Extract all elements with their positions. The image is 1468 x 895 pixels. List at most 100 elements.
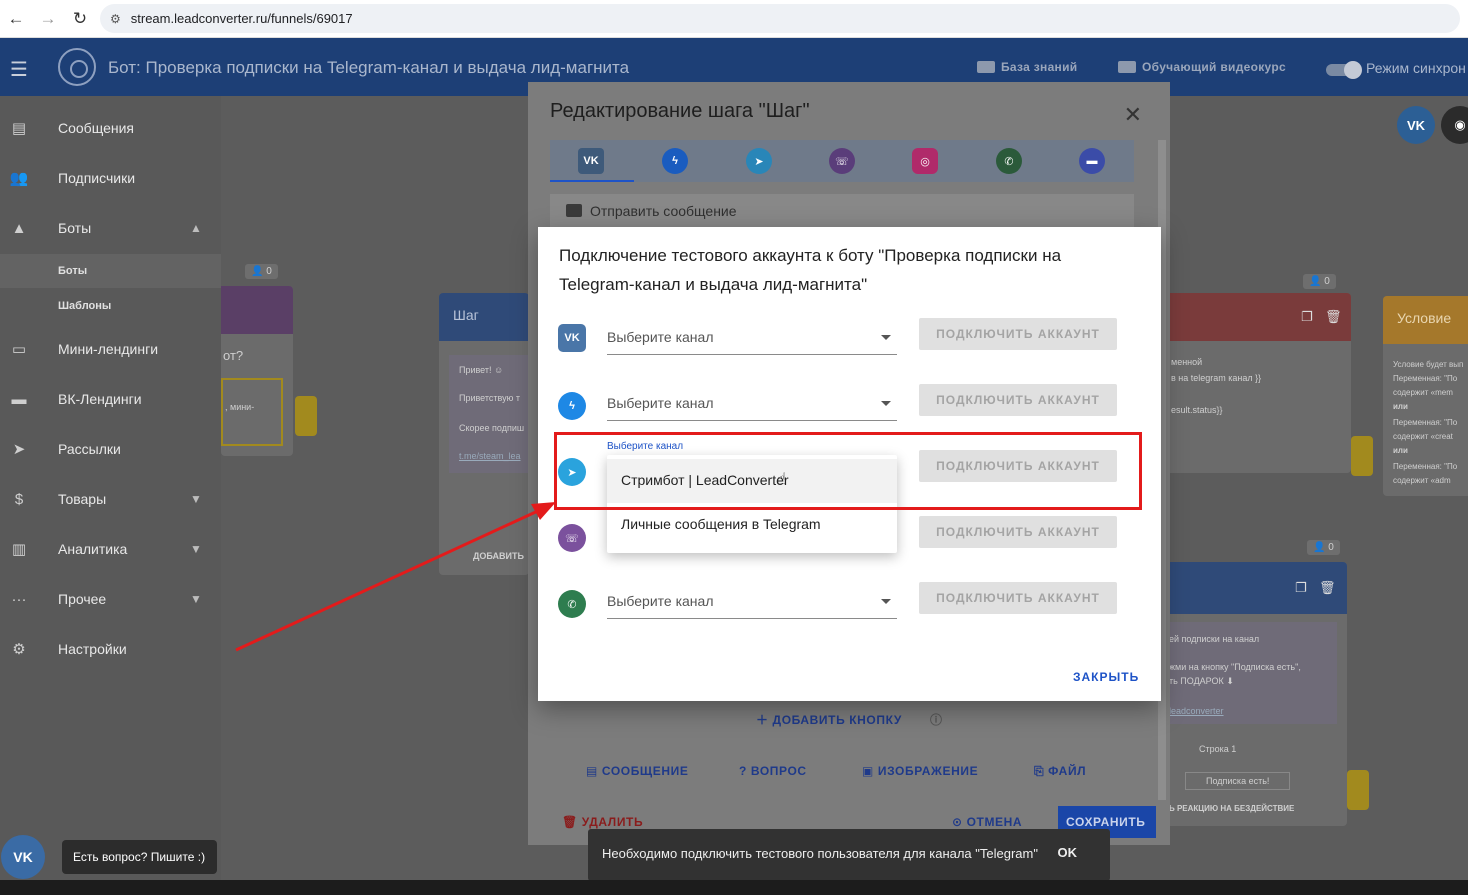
chevron-down-icon: ▼ bbox=[190, 592, 202, 606]
sidebar-item-bots[interactable]: ▲ Боты ▲ bbox=[0, 208, 221, 248]
knowledge-base-label: База знаний bbox=[1001, 60, 1078, 74]
card-icon: ▬ bbox=[11, 390, 27, 408]
knowledge-base-link[interactable]: База знаний bbox=[977, 60, 1077, 74]
browser-toolbar: ← → ↻ ⚙ stream.leadconverter.ru/funnels/… bbox=[0, 0, 1468, 38]
back-icon[interactable]: ← bbox=[0, 3, 32, 35]
sidebar-item-subscribers[interactable]: 👥 Подписчики bbox=[0, 158, 221, 198]
node-link[interactable]: t.me/steam_lea bbox=[459, 451, 521, 461]
close-button[interactable]: ЗАКРЫТЬ bbox=[1073, 670, 1139, 684]
sidebar-item-other[interactable]: ··· Прочее ▼ bbox=[0, 579, 221, 619]
snackbar-ok-button[interactable]: OK bbox=[1058, 845, 1078, 860]
node-line: или bbox=[1393, 402, 1408, 411]
add-message-button[interactable]: ▤ СООБЩЕНИЕ bbox=[586, 764, 688, 778]
video-icon bbox=[1118, 61, 1136, 73]
select-placeholder: Выберите канал bbox=[607, 329, 714, 345]
sidebar-subitem-templates[interactable]: Шаблоны bbox=[0, 289, 221, 323]
viber-icon[interactable]: ☏ bbox=[829, 148, 855, 174]
annotation-highlight-box bbox=[554, 432, 1142, 510]
sidebar-item-mailings[interactable]: ➤ Рассылки bbox=[0, 429, 221, 469]
add-question-label: ВОПРОС bbox=[750, 764, 807, 778]
people-icon: 👥 bbox=[9, 170, 29, 187]
instagram-icon[interactable]: ◎ bbox=[912, 148, 938, 174]
channel-select-messenger[interactable]: Выберите канал bbox=[607, 387, 897, 421]
node-line: содержит «adm bbox=[1393, 476, 1451, 485]
sync-mode-toggle[interactable] bbox=[1326, 61, 1362, 79]
vk-channel-icon[interactable]: VK bbox=[1397, 106, 1435, 144]
messenger-icon: ϟ bbox=[558, 392, 586, 420]
sidebar-item-settings[interactable]: ⚙ Настройки bbox=[0, 629, 221, 669]
connect-account-button-viber[interactable]: ПОДКЛЮЧИТЬ АККАУНТ bbox=[919, 516, 1117, 548]
help-icon[interactable]: ⓘ bbox=[930, 711, 943, 728]
vk-icon: VK bbox=[558, 324, 586, 352]
node-line: Приветствую т bbox=[459, 393, 520, 403]
messenger-channel-icon[interactable]: ◉ bbox=[1441, 106, 1468, 144]
tab-vk[interactable]: VK bbox=[550, 140, 634, 182]
flow-node-start[interactable]: от? , мини- bbox=[221, 286, 293, 456]
chevron-down-icon: ▼ bbox=[190, 492, 202, 506]
sidebar-item-label: Рассылки bbox=[58, 441, 121, 457]
channel-row-messenger: ϟ Выберите канал ПОДКЛЮЧИТЬ АККАУНТ bbox=[538, 384, 1161, 434]
node-text: от? bbox=[223, 348, 244, 363]
delete-icon[interactable]: 🗑 bbox=[1319, 580, 1336, 596]
node-subscriber-counter: 👤 0 bbox=[1303, 274, 1336, 289]
delete-step-button[interactable]: 🗑 УДАЛИТЬ bbox=[562, 815, 643, 829]
node-line: менной bbox=[1171, 357, 1203, 367]
vk-chat-widget-icon[interactable]: VK bbox=[1, 835, 45, 879]
sidebar-subitem-bots[interactable]: Боты bbox=[0, 254, 221, 288]
cancel-button[interactable]: ⊙ ОТМЕНА bbox=[952, 815, 1022, 829]
node-add-button[interactable]: ДОБАВИТЬ bbox=[473, 551, 524, 561]
messenger-icon[interactable]: ϟ bbox=[662, 148, 688, 174]
dollar-icon: $ bbox=[14, 490, 24, 508]
delete-icon[interactable]: 🗑 bbox=[1325, 309, 1342, 325]
add-question-button[interactable]: ? ВОПРОС bbox=[739, 764, 807, 778]
sidebar-item-vk-landings[interactable]: ▬ ВК-Лендинги bbox=[0, 379, 221, 419]
menu-icon[interactable]: ☰ bbox=[10, 57, 28, 82]
reload-icon[interactable]: ↻ bbox=[64, 3, 96, 35]
forward-icon[interactable]: → bbox=[32, 3, 64, 35]
add-button-button[interactable]: ＋ ДОБАВИТЬ КНОПКУ bbox=[756, 711, 902, 728]
node-button[interactable]: Подписка есть! bbox=[1185, 772, 1291, 790]
node-line: ей подписки на канал bbox=[1169, 634, 1260, 644]
counter-value: 0 bbox=[1324, 276, 1330, 287]
node-line: или bbox=[1393, 446, 1408, 455]
whatsapp-icon[interactable]: ✆ bbox=[996, 148, 1022, 174]
node-text: , мини- bbox=[225, 402, 255, 412]
chat-tooltip[interactable]: Есть вопрос? Пишите :) bbox=[62, 840, 217, 874]
copy-icon[interactable]: ❐ bbox=[1301, 309, 1313, 325]
node-line: Скорее подпиш bbox=[459, 423, 525, 433]
telegram-icon[interactable]: ➤ bbox=[746, 148, 772, 174]
site-settings-icon[interactable]: ⚙ bbox=[110, 12, 121, 26]
flow-node-condition[interactable]: Условие Условие будет вып Переменная: "П… bbox=[1383, 296, 1468, 496]
connector-handle[interactable] bbox=[1347, 770, 1369, 810]
connect-account-button-messenger[interactable]: ПОДКЛЮЧИТЬ АККАУНТ bbox=[919, 384, 1117, 416]
node-link[interactable]: leadconverter bbox=[1169, 706, 1224, 716]
add-image-button[interactable]: ▣ ИЗОБРАЖЕНИЕ bbox=[862, 764, 978, 778]
flow-node-step[interactable]: Шаг Привет! ☺ Приветствую т Скорее подпи… bbox=[439, 293, 529, 575]
dropdown-arrow-icon bbox=[881, 599, 891, 604]
connect-account-button-whatsapp[interactable]: ПОДКЛЮЧИТЬ АККАУНТ bbox=[919, 582, 1117, 614]
node-header: ❐ 🗑 bbox=[1161, 562, 1347, 614]
android-icon: ▲ bbox=[11, 219, 27, 237]
channel-tabs: VK ϟ ➤ ☏ ◎ ✆ ▬ bbox=[550, 140, 1134, 182]
sidebar-item-products[interactable]: $ Товары ▼ bbox=[0, 479, 221, 519]
chat-icon[interactable]: ▬ bbox=[1079, 148, 1105, 174]
flow-node-check[interactable]: ❐ 🗑 ей подписки на канал жми на кнопку "… bbox=[1161, 562, 1347, 826]
channel-select-vk[interactable]: Выберите канал bbox=[607, 321, 897, 355]
connector-handle[interactable] bbox=[295, 396, 317, 436]
channel-select-whatsapp[interactable]: Выберите канал bbox=[607, 585, 897, 619]
flow-node-variable[interactable]: ❐ 🗑 менной в на telegram канал }} esult.… bbox=[1161, 293, 1351, 473]
sidebar-item-messages[interactable]: ▤ Сообщения bbox=[0, 108, 221, 148]
add-image-label: ИЗОБРАЖЕНИЕ bbox=[877, 764, 979, 778]
url-text: stream.leadconverter.ru/funnels/69017 bbox=[130, 11, 353, 26]
copy-icon[interactable]: ❐ bbox=[1295, 580, 1307, 596]
sidebar-item-mini-landings[interactable]: ▭ Мини-лендинги bbox=[0, 329, 221, 369]
add-file-button[interactable]: ⎘ ФАЙЛ bbox=[1034, 764, 1086, 779]
connector-handle[interactable] bbox=[1351, 436, 1373, 476]
node-line: жми на кнопку "Подписка есть", bbox=[1169, 662, 1301, 672]
connect-account-button-vk[interactable]: ПОДКЛЮЧИТЬ АККАУНТ bbox=[919, 318, 1117, 350]
sidebar-item-analytics[interactable]: ▥ Аналитика ▼ bbox=[0, 529, 221, 569]
node-line: Условие будет вып bbox=[1393, 360, 1464, 369]
video-course-link[interactable]: Обучающий видеокурс bbox=[1118, 60, 1286, 74]
address-bar[interactable]: ⚙ stream.leadconverter.ru/funnels/69017 bbox=[100, 4, 1460, 33]
close-icon[interactable]: ✕ bbox=[1124, 102, 1142, 128]
